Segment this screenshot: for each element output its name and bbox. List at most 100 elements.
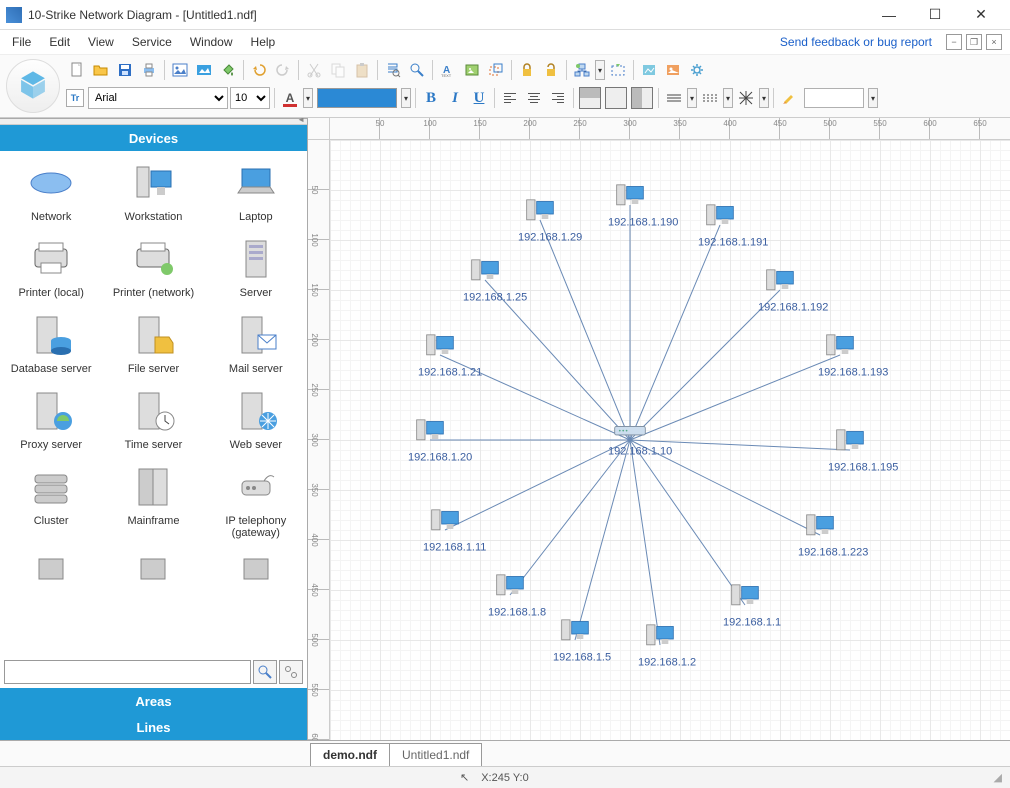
redo-button[interactable] [272, 59, 294, 81]
device-item[interactable]: Printer (network) [108, 233, 198, 301]
network-node[interactable]: 192.168.1.191 [698, 202, 742, 249]
areas-panel-header[interactable]: Areas [0, 688, 307, 714]
lock-button[interactable] [516, 59, 538, 81]
align-right-button[interactable] [547, 87, 569, 109]
border-all-button[interactable] [579, 87, 601, 109]
device-item[interactable]: File server [108, 309, 198, 377]
maximize-button[interactable]: ☐ [912, 0, 958, 30]
tab-demo[interactable]: demo.ndf [310, 743, 390, 766]
devices-panel-header[interactable]: Devices [0, 125, 307, 151]
font-color-dropdown[interactable]: ▾ [303, 88, 313, 108]
line-solid-dropdown[interactable]: ▾ [687, 88, 697, 108]
device-item[interactable]: Cluster [6, 461, 96, 541]
export-image-button[interactable] [638, 59, 660, 81]
device-item[interactable]: Time server [108, 385, 198, 453]
device-item[interactable]: Mainframe [108, 461, 198, 541]
shape-tool-button[interactable] [485, 59, 507, 81]
device-search-button[interactable] [253, 660, 277, 684]
line-solid-button[interactable] [663, 87, 685, 109]
italic-button[interactable]: I [444, 87, 466, 109]
print-button[interactable] [138, 59, 160, 81]
border-outer-button[interactable] [605, 87, 627, 109]
menu-help[interactable]: Help [243, 32, 284, 52]
network-node[interactable]: 192.168.1.192 [758, 267, 802, 314]
scan-network-button[interactable] [571, 59, 593, 81]
font-select[interactable]: Arial [88, 87, 228, 109]
device-item[interactable]: Laptop [211, 157, 301, 225]
device-item[interactable]: Workstation [108, 157, 198, 225]
device-item[interactable]: Database server [6, 309, 96, 377]
refresh-button[interactable] [607, 59, 629, 81]
menu-edit[interactable]: Edit [41, 32, 78, 52]
export-svg-button[interactable] [662, 59, 684, 81]
find-replace-button[interactable] [406, 59, 428, 81]
mdi-minimize-button[interactable]: − [946, 34, 962, 50]
network-node[interactable]: 192.168.1.193 [818, 332, 862, 379]
feedback-link[interactable]: Send feedback or bug report [780, 35, 940, 49]
network-node[interactable]: 192.168.1.195 [828, 427, 872, 474]
network-hub[interactable]: 192.168.1.10 [608, 423, 652, 458]
image-frame-button[interactable] [461, 59, 483, 81]
highlight-dropdown[interactable]: ▾ [868, 88, 878, 108]
menu-file[interactable]: File [4, 32, 39, 52]
line-dashed-dropdown[interactable]: ▾ [723, 88, 733, 108]
mdi-close-button[interactable]: × [986, 34, 1002, 50]
device-search-input[interactable] [4, 660, 251, 684]
device-item[interactable]: Network [6, 157, 96, 225]
fill-color-dropdown[interactable]: ▾ [401, 88, 411, 108]
fill-tool-button[interactable] [217, 59, 239, 81]
device-settings-button[interactable] [279, 660, 303, 684]
network-node[interactable]: 192.168.1.5 [553, 617, 597, 664]
underline-button[interactable]: U [468, 87, 490, 109]
line-dashed-button[interactable] [699, 87, 721, 109]
find-button[interactable] [382, 59, 404, 81]
resize-grip[interactable]: ◢ [994, 771, 1002, 784]
device-item[interactable]: Printer (local) [6, 233, 96, 301]
fill-color-button[interactable] [317, 88, 397, 108]
network-node[interactable]: 192.168.1.223 [798, 512, 842, 559]
open-button[interactable] [90, 59, 112, 81]
pattern-dropdown[interactable]: ▾ [759, 88, 769, 108]
tab-untitled[interactable]: Untitled1.ndf [389, 743, 482, 766]
align-left-button[interactable] [499, 87, 521, 109]
network-node[interactable]: 192.168.1.20 [408, 417, 452, 464]
settings-button[interactable] [686, 59, 708, 81]
undo-button[interactable] [248, 59, 270, 81]
canvas[interactable]: 192.168.1.190192.168.1.29192.168.1.19119… [330, 140, 1010, 740]
network-node[interactable]: 192.168.1.1 [723, 582, 767, 629]
font-size-select[interactable]: 10 [230, 87, 270, 109]
font-color-button[interactable]: A [279, 87, 301, 109]
cut-button[interactable] [303, 59, 325, 81]
menu-window[interactable]: Window [182, 32, 241, 52]
bold-button[interactable]: B [420, 87, 442, 109]
mdi-restore-button[interactable]: ❐ [966, 34, 982, 50]
pattern-button[interactable] [735, 87, 757, 109]
highlight-button[interactable] [778, 87, 800, 109]
minimize-button[interactable]: — [866, 0, 912, 30]
close-button[interactable]: ✕ [958, 0, 1004, 30]
network-node[interactable]: 192.168.1.29 [518, 197, 562, 244]
device-item[interactable]: Mail server [211, 309, 301, 377]
network-node[interactable]: 192.168.1.2 [638, 622, 682, 669]
copy-button[interactable] [327, 59, 349, 81]
device-item[interactable]: Web sever [211, 385, 301, 453]
border-none-button[interactable] [631, 87, 653, 109]
save-button[interactable] [114, 59, 136, 81]
device-item[interactable] [108, 549, 198, 605]
new-button[interactable] [66, 59, 88, 81]
device-item[interactable]: Proxy server [6, 385, 96, 453]
menu-view[interactable]: View [80, 32, 122, 52]
insert-image-button[interactable] [169, 59, 191, 81]
text-tool-button[interactable]: ATEXT [437, 59, 459, 81]
sidebar-collapse-handle[interactable] [0, 119, 307, 125]
highlight-preview[interactable] [804, 88, 864, 108]
menu-service[interactable]: Service [124, 32, 180, 52]
insert-picture-button[interactable] [193, 59, 215, 81]
lines-panel-header[interactable]: Lines [0, 714, 307, 740]
device-item[interactable]: IP telephony (gateway) [211, 461, 301, 541]
network-node[interactable]: 192.168.1.8 [488, 572, 532, 619]
network-node[interactable]: 192.168.1.11 [423, 507, 467, 554]
align-center-button[interactable] [523, 87, 545, 109]
device-item[interactable] [211, 549, 301, 605]
network-node[interactable]: 192.168.1.25 [463, 257, 507, 304]
